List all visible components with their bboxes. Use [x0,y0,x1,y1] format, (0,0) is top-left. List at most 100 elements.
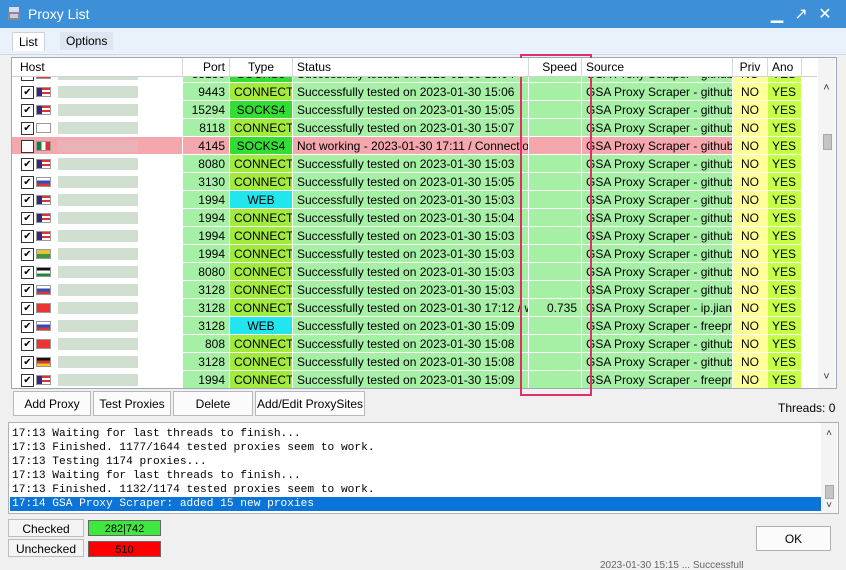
log-line[interactable]: 17:13 Testing 1174 proxies... [10,455,823,469]
table-row[interactable]: ✔ 3128 CONNECT Successfully tested on 2023-… [12,281,817,299]
log-scroll-down-icon[interactable]: ˅ [821,499,837,513]
host-cell[interactable]: ✔ [12,191,183,209]
host-cell[interactable]: ✔ [12,317,183,335]
log-scrollbar[interactable]: ˄ ˅ [821,423,837,513]
row-checkbox[interactable]: ✔ [21,176,34,189]
host-cell[interactable]: ✔ [12,299,183,317]
table-row[interactable]: ✔ 1994 CONNECT Successfully tested on 2023-… [12,371,817,388]
tab-list[interactable]: List [12,32,45,51]
column-ano[interactable]: Ano [768,58,802,76]
host-cell[interactable]: ✔ [12,353,183,371]
type-cell: CONNECT [230,209,293,227]
table-row[interactable]: ✔ 3128 WEB Successfully tested on 2023-01-3… [12,317,817,335]
type-cell: CONNECT [230,353,293,371]
row-checkbox[interactable]: ✔ [21,302,34,315]
row-checkbox[interactable]: ✔ [21,320,34,333]
host-cell[interactable]: ✔ [12,83,183,101]
ano-cell: YES [768,353,802,371]
status-cell: Successfully tested on 2023-01-30 15:05 [293,173,529,191]
host-cell[interactable]: ✔ [12,173,183,191]
add-edit-proxysites-button[interactable]: Add/Edit ProxySites [255,391,365,416]
checked-label: Checked [8,519,84,537]
host-cell[interactable]: ✔ [12,119,183,137]
delete-button[interactable]: Delete [173,391,253,416]
host-cell[interactable]: ✔ [12,371,183,388]
log-scrollbar-thumb[interactable] [825,485,834,499]
scroll-up-icon[interactable]: ˄ [818,80,835,96]
log-line[interactable]: 17:13 Finished. 1177/1644 tested proxies… [10,441,823,455]
table-row[interactable]: ✔ 15294 SOCKS4 Successfully tested on 2023-… [12,101,817,119]
table-row[interactable]: ✔ 9443 CONNECT Successfully tested on 2023-… [12,83,817,101]
row-checkbox[interactable]: ✔ [21,194,34,207]
host-cell[interactable] [12,137,183,155]
column-priv[interactable]: Priv [733,58,768,76]
row-checkbox[interactable]: ✔ [21,230,34,243]
row-checkbox[interactable]: ✔ [21,86,34,99]
tab-options[interactable]: Options [60,32,114,50]
add-proxy-button[interactable]: Add Proxy [13,391,91,416]
table-row[interactable]: ✔ 1994 WEB Successfully tested on 2023-01-3… [12,191,817,209]
table-row[interactable]: ✔ 1994 CONNECT Successfully tested on 2023-… [12,245,817,263]
minimize-icon[interactable]: ▁ [766,3,788,25]
row-checkbox[interactable]: ✔ [21,212,34,225]
column-status[interactable]: Status [293,58,529,76]
test-proxies-button[interactable]: Test Proxies [93,391,171,416]
host-redacted [58,320,138,332]
priv-cell: NO [733,335,768,353]
table-row[interactable]: ✔ 3128 CONNECT Successfully tested on 2023-… [12,299,817,317]
port-cell: 1994 [183,209,230,227]
log-line[interactable]: 17:14 GSA Proxy Scraper: added 15 new pr… [10,497,823,511]
host-cell[interactable]: ✔ [12,101,183,119]
row-checkbox[interactable] [21,140,34,153]
priv-cell: NO [733,245,768,263]
column-source[interactable]: Source [582,58,733,76]
column-type[interactable]: Type [230,58,293,76]
row-checkbox[interactable]: ✔ [21,266,34,279]
priv-cell: NO [733,353,768,371]
log-panel[interactable]: 17:13 Waiting for last threads to finish… [8,422,839,514]
column-host[interactable]: Host [12,58,183,76]
column-speed[interactable]: Speed [529,58,582,76]
country-flag-icon [36,357,51,367]
table-row[interactable]: ✔ 1994 CONNECT Successfully tested on 2023-… [12,227,817,245]
row-checkbox[interactable]: ✔ [21,338,34,351]
table-row[interactable]: ✔ 8118 CONNECT Successfully tested on 2023-… [12,119,817,137]
close-icon[interactable]: ✕ [814,3,836,25]
row-checkbox[interactable]: ✔ [21,248,34,261]
row-checkbox[interactable]: ✔ [21,158,34,171]
grid-scrollbar[interactable]: ˄ ˅ [818,58,835,388]
scrollbar-thumb[interactable] [823,134,832,150]
table-row[interactable]: ✔ 3128 CONNECT Successfully tested on 2023-… [12,353,817,371]
maximize-icon[interactable]: ↗ [790,3,812,25]
table-row[interactable]: 4145 SOCKS4 Not working - 2023-01-30 17:11… [12,137,817,155]
proxy-grid[interactable]: Host Port Type Status Speed Source Priv … [11,57,837,389]
table-row[interactable]: ✔ 3130 CONNECT Successfully tested on 2023-… [12,173,817,191]
log-line[interactable]: 17:13 Waiting for last threads to finish… [10,469,823,483]
table-row[interactable]: ✔ 8080 CONNECT Successfully tested on 2023-… [12,155,817,173]
host-cell[interactable]: ✔ [12,155,183,173]
host-redacted [58,104,138,116]
speed-cell [529,263,582,281]
source-cell: GSA Proxy Scraper - github... [582,83,733,101]
ok-button[interactable]: OK [756,526,831,551]
host-cell[interactable]: ✔ [12,335,183,353]
scroll-down-icon[interactable]: ˅ [818,369,835,385]
table-row[interactable]: ✔ 808 CONNECT Successfully tested on 2023-0… [12,335,817,353]
row-checkbox[interactable]: ✔ [21,284,34,297]
host-cell[interactable]: ✔ [12,227,183,245]
log-line[interactable]: 17:13 Finished. 1132/1174 tested proxies… [10,483,823,497]
host-cell[interactable]: ✔ [12,209,183,227]
host-cell[interactable]: ✔ [12,281,183,299]
host-cell[interactable]: ✔ [12,245,183,263]
port-cell: 3128 [183,353,230,371]
table-row[interactable]: ✔ 8080 CONNECT Successfully tested on 2023-… [12,263,817,281]
column-port[interactable]: Port [183,58,230,76]
log-scroll-up-icon[interactable]: ˄ [821,427,837,441]
table-row[interactable]: ✔ 1994 CONNECT Successfully tested on 2023-… [12,209,817,227]
row-checkbox[interactable]: ✔ [21,374,34,387]
host-cell[interactable]: ✔ [12,263,183,281]
row-checkbox[interactable]: ✔ [21,104,34,117]
row-checkbox[interactable]: ✔ [21,356,34,369]
log-line[interactable]: 17:13 Waiting for last threads to finish… [10,427,823,441]
row-checkbox[interactable]: ✔ [21,122,34,135]
